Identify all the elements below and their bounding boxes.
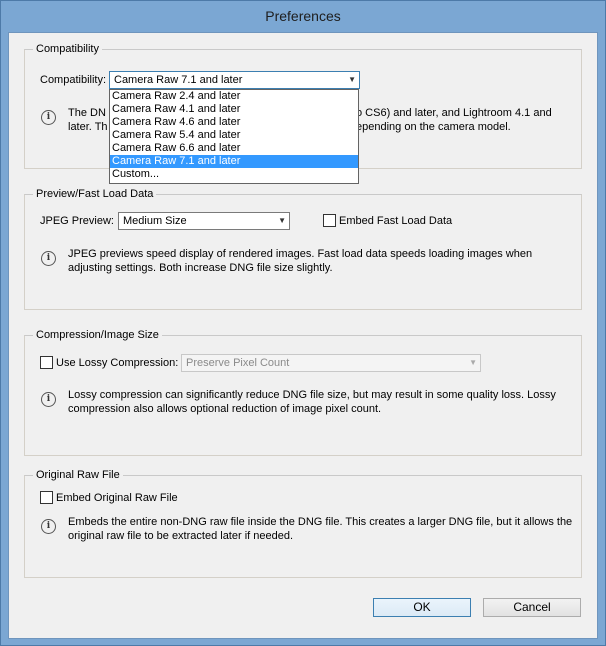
- info-icon: i: [41, 251, 56, 266]
- lossy-compression-select[interactable]: Preserve Pixel Count ▼: [181, 354, 481, 372]
- cancel-button[interactable]: Cancel: [483, 598, 581, 617]
- lossy-compression-label: Use Lossy Compression:: [56, 357, 179, 369]
- chevron-down-icon: ▼: [278, 216, 286, 225]
- dropdown-option[interactable]: Camera Raw 2.4 and later: [110, 90, 358, 103]
- embed-original-raw-label: Embed Original Raw File: [56, 492, 178, 504]
- jpeg-preview-label: JPEG Preview:: [40, 215, 114, 227]
- preview-desc: JPEG previews speed display of rendered …: [68, 248, 533, 274]
- original-raw-group-title: Original Raw File: [33, 468, 123, 482]
- window-title: Preferences: [265, 8, 341, 24]
- compression-desc: Lossy compression can significantly redu…: [68, 389, 556, 415]
- compatibility-desc-line2-left: later. Th: [68, 121, 108, 133]
- compatibility-selected-value: Camera Raw 7.1 and later: [114, 74, 243, 86]
- info-icon: i: [41, 392, 56, 407]
- info-icon: i: [41, 519, 56, 534]
- original-raw-desc: Embeds the entire non-DNG raw file insid…: [68, 516, 573, 542]
- ok-button[interactable]: OK: [373, 598, 471, 617]
- dropdown-option[interactable]: Camera Raw 5.4 and later: [110, 129, 358, 142]
- lossy-compression-checkbox[interactable]: [40, 356, 53, 369]
- embed-original-raw-checkbox[interactable]: [40, 491, 53, 504]
- compatibility-select[interactable]: Camera Raw 7.1 and later ▼: [109, 71, 360, 89]
- chevron-down-icon: ▼: [469, 358, 477, 367]
- compatibility-desc-line2-right: epending on the camera model.: [356, 121, 511, 133]
- dropdown-option[interactable]: Custom...: [110, 168, 358, 181]
- preview-group: Preview/Fast Load Data JPEG Preview: Med…: [24, 187, 582, 310]
- compression-group: Compression/Image Size Use Lossy Compres…: [24, 328, 582, 456]
- compatibility-label: Compatibility:: [40, 74, 107, 86]
- compression-group-title: Compression/Image Size: [33, 328, 162, 342]
- preferences-window: Preferences Compatibility Compatibility:…: [0, 0, 606, 646]
- preview-group-title: Preview/Fast Load Data: [33, 187, 157, 201]
- jpeg-preview-select[interactable]: Medium Size ▼: [118, 212, 290, 230]
- compatibility-desc-line1-right: o CS6) and later, and Lightroom 4.1 and: [356, 107, 552, 119]
- dropdown-option-selected[interactable]: Camera Raw 7.1 and later: [110, 155, 358, 168]
- embed-fast-load-label: Embed Fast Load Data: [339, 215, 453, 227]
- chevron-down-icon: ▼: [348, 75, 356, 84]
- embed-fast-load-checkbox[interactable]: [323, 214, 336, 227]
- dropdown-option[interactable]: Camera Raw 6.6 and later: [110, 142, 358, 155]
- dropdown-option[interactable]: Camera Raw 4.1 and later: [110, 103, 358, 116]
- compatibility-group-title: Compatibility: [33, 42, 102, 56]
- compatibility-desc-line1-left: The DN: [68, 107, 106, 119]
- jpeg-preview-value: Medium Size: [123, 215, 187, 227]
- lossy-compression-value: Preserve Pixel Count: [186, 357, 290, 369]
- compatibility-dropdown-list[interactable]: Camera Raw 2.4 and later Camera Raw 4.1 …: [109, 89, 359, 184]
- original-raw-group: Original Raw File Embed Original Raw Fil…: [24, 468, 582, 578]
- info-icon: i: [41, 110, 56, 125]
- dialog-client-area: Compatibility Compatibility: Camera Raw …: [8, 32, 598, 639]
- dropdown-option[interactable]: Camera Raw 4.6 and later: [110, 116, 358, 129]
